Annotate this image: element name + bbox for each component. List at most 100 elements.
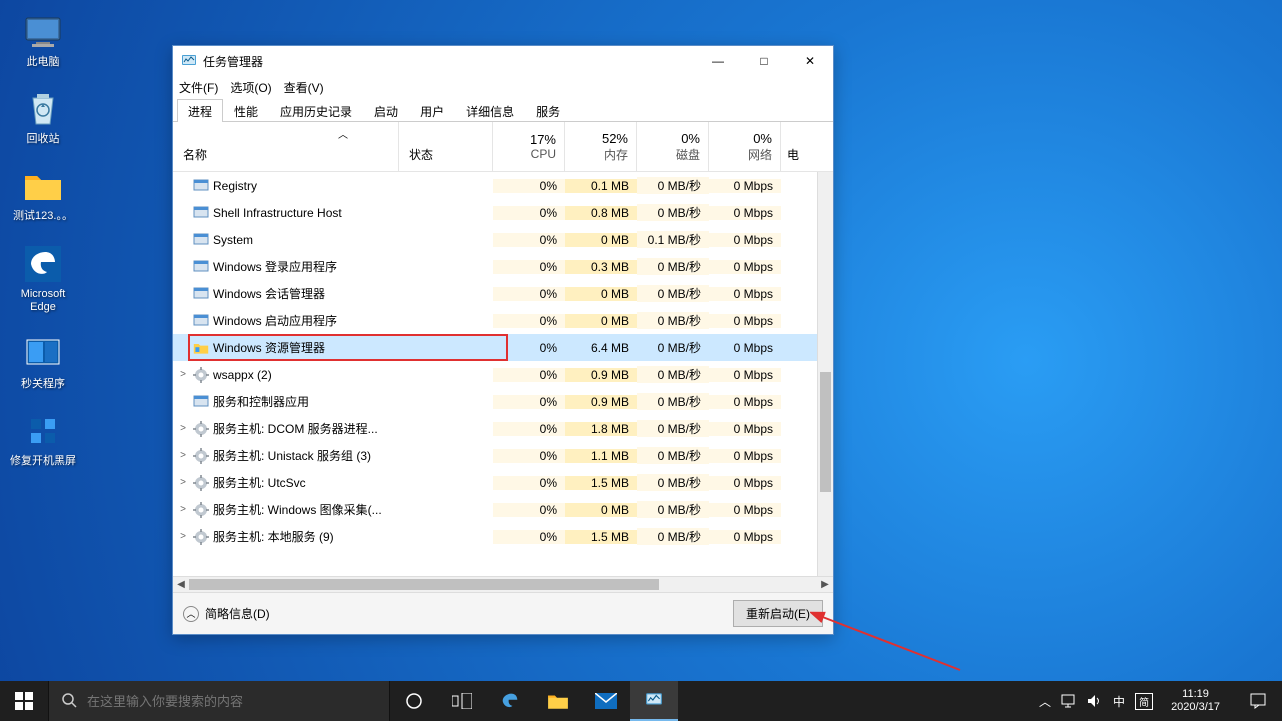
expand-icon[interactable]: > <box>177 423 189 434</box>
tray-ime[interactable]: 中 <box>1113 693 1125 710</box>
notification-icon[interactable] <box>1238 681 1278 721</box>
col-extra[interactable]: 电 <box>781 122 817 171</box>
cell-net: 0 Mbps <box>709 341 781 355</box>
tray-volume-icon[interactable] <box>1087 694 1103 708</box>
task-view-icon[interactable] <box>438 681 486 721</box>
desktop-icon-label: 修复开机黑屏 <box>8 455 78 468</box>
cell-mem: 0.8 MB <box>565 206 637 220</box>
menu-view[interactable]: 查看(V) <box>284 79 324 96</box>
cell-mem: 1.8 MB <box>565 422 637 436</box>
col-name[interactable]: 名称︿ <box>173 122 399 171</box>
expand-icon[interactable]: > <box>177 504 189 515</box>
desktop-icon-recycle-bin[interactable]: 回收站 <box>8 89 78 146</box>
taskbar-mail-icon[interactable] <box>582 681 630 721</box>
tab-performance[interactable]: 性能 <box>223 99 269 122</box>
cell-mem: 6.4 MB <box>565 341 637 355</box>
minimize-button[interactable]: — <box>695 46 741 76</box>
cell-disk: 0 MB/秒 <box>637 393 709 410</box>
taskbar-task-manager-icon[interactable] <box>630 681 678 721</box>
scrollbar-thumb[interactable] <box>820 372 831 492</box>
tab-details[interactable]: 详细信息 <box>455 99 525 122</box>
title-bar[interactable]: 任务管理器 — □ ✕ <box>173 46 833 76</box>
desktop-icon-folder-test[interactable]: 测试123.。。 <box>8 166 78 223</box>
col-disk[interactable]: 0%磁盘 <box>637 122 709 171</box>
taskbar-edge-icon[interactable] <box>486 681 534 721</box>
desktop-icon-this-pc[interactable]: 此电脑 <box>8 12 78 69</box>
table-row[interactable]: >服务主机: 本地服务 (9)0%1.5 MB0 MB/秒0 Mbps <box>173 523 833 550</box>
fewer-details-button[interactable]: ︿ 简略信息(D) <box>183 605 270 622</box>
cell-disk: 0 MB/秒 <box>637 285 709 302</box>
table-row[interactable]: Windows 会话管理器0%0 MB0 MB/秒0 Mbps <box>173 280 833 307</box>
search-input[interactable] <box>87 694 389 709</box>
menu-options[interactable]: 选项(O) <box>230 79 271 96</box>
horizontal-scrollbar[interactable]: ◀ ▶ <box>173 576 833 592</box>
table-row[interactable]: >服务主机: UtcSvc0%1.5 MB0 MB/秒0 Mbps <box>173 469 833 496</box>
maximize-button[interactable]: □ <box>741 46 787 76</box>
tab-processes[interactable]: 进程 <box>177 99 223 122</box>
table-row[interactable]: >wsappx (2)0%0.9 MB0 MB/秒0 Mbps <box>173 361 833 388</box>
table-row[interactable]: >服务主机: Unistack 服务组 (3)0%1.1 MB0 MB/秒0 M… <box>173 442 833 469</box>
scroll-right-icon[interactable]: ▶ <box>817 577 833 592</box>
tray-network-icon[interactable] <box>1061 694 1077 708</box>
expand-icon[interactable]: > <box>177 531 189 542</box>
tab-app-history[interactable]: 应用历史记录 <box>269 99 363 122</box>
table-row[interactable]: Shell Infrastructure Host0%0.8 MB0 MB/秒0… <box>173 199 833 226</box>
h-scrollbar-thumb[interactable] <box>189 579 659 590</box>
cell-cpu: 0% <box>493 206 565 220</box>
cell-mem: 1.1 MB <box>565 449 637 463</box>
cell-cpu: 0% <box>493 260 565 274</box>
table-row[interactable]: >服务主机: Windows 图像采集(...0%0 MB0 MB/秒0 Mbp… <box>173 496 833 523</box>
task-manager-icon <box>181 53 197 69</box>
process-name: 服务主机: Unistack 服务组 (3) <box>213 447 371 464</box>
cell-net: 0 Mbps <box>709 179 781 193</box>
taskbar-explorer-icon[interactable] <box>534 681 582 721</box>
process-list: Registry0%0.1 MB0 MB/秒0 MbpsShell Infras… <box>173 172 833 576</box>
desktop-icon-label: 秒关程序 <box>8 378 78 391</box>
tab-users[interactable]: 用户 <box>409 99 455 122</box>
cell-disk: 0 MB/秒 <box>637 204 709 221</box>
cell-mem: 0 MB <box>565 503 637 517</box>
tray-clock[interactable]: 11:19 2020/3/17 <box>1163 688 1228 714</box>
close-button[interactable]: ✕ <box>787 46 833 76</box>
search-box[interactable] <box>48 681 390 721</box>
table-row[interactable]: Windows 启动应用程序0%0 MB0 MB/秒0 Mbps <box>173 307 833 334</box>
cell-mem: 0 MB <box>565 287 637 301</box>
tray-chevron-icon[interactable]: ︿ <box>1039 693 1051 710</box>
col-net[interactable]: 0%网络 <box>709 122 781 171</box>
table-row[interactable]: Windows 资源管理器0%6.4 MB0 MB/秒0 Mbps <box>173 334 833 361</box>
table-row[interactable]: Registry0%0.1 MB0 MB/秒0 Mbps <box>173 172 833 199</box>
col-status[interactable]: 状态 <box>399 122 493 171</box>
table-row[interactable]: Windows 登录应用程序0%0.3 MB0 MB/秒0 Mbps <box>173 253 833 280</box>
col-mem[interactable]: 52%内存 <box>565 122 637 171</box>
tray-ime2[interactable]: 简 <box>1135 693 1153 710</box>
tray-date: 2020/3/17 <box>1171 701 1220 714</box>
start-button[interactable] <box>0 681 48 721</box>
cell-disk: 0 MB/秒 <box>637 312 709 329</box>
table-row[interactable]: 服务和控制器应用0%0.9 MB0 MB/秒0 Mbps <box>173 388 833 415</box>
expand-icon[interactable]: > <box>177 477 189 488</box>
cell-disk: 0 MB/秒 <box>637 501 709 518</box>
tab-services[interactable]: 服务 <box>525 99 571 122</box>
desktop-icon-fix-boot[interactable]: 修复开机黑屏 <box>8 411 78 468</box>
process-icon <box>193 448 209 464</box>
process-icon <box>193 178 209 194</box>
desktop-icon-edge[interactable]: Microsoft Edge <box>8 244 78 314</box>
tab-bar: 进程 性能 应用历史记录 启动 用户 详细信息 服务 <box>173 98 833 122</box>
col-cpu[interactable]: 17%CPU <box>493 122 565 171</box>
expand-icon[interactable]: > <box>177 450 189 461</box>
table-row[interactable]: >服务主机: DCOM 服务器进程...0%1.8 MB0 MB/秒0 Mbps <box>173 415 833 442</box>
menu-file[interactable]: 文件(F) <box>179 79 218 96</box>
process-icon <box>193 475 209 491</box>
table-row[interactable]: System0%0 MB0.1 MB/秒0 Mbps <box>173 226 833 253</box>
process-name: Windows 资源管理器 <box>213 339 325 356</box>
cell-disk: 0 MB/秒 <box>637 447 709 464</box>
cortana-icon[interactable] <box>390 681 438 721</box>
cell-net: 0 Mbps <box>709 233 781 247</box>
expand-icon[interactable]: > <box>177 369 189 380</box>
desktop-icon-quick-close[interactable]: 秒关程序 <box>8 334 78 391</box>
tab-startup[interactable]: 启动 <box>363 99 409 122</box>
vertical-scrollbar[interactable] <box>817 172 833 576</box>
scroll-left-icon[interactable]: ◀ <box>173 577 189 592</box>
cell-cpu: 0% <box>493 179 565 193</box>
cell-mem: 0.9 MB <box>565 368 637 382</box>
